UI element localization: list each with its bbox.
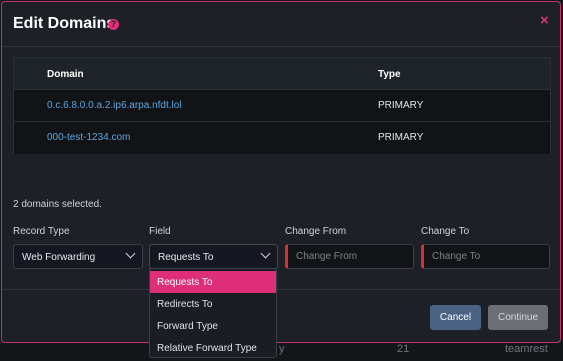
close-icon[interactable]: × [540,12,549,29]
field-select[interactable]: Requests To [149,244,278,269]
help-icon[interactable]: ? [108,19,119,30]
modal-title: Edit Domains [13,15,116,32]
field-label: Field [149,226,171,237]
change-from-input[interactable] [285,244,414,269]
domain-link[interactable]: 000-test-1234.com [47,132,130,143]
continue-button[interactable]: Continue [488,305,548,330]
dropdown-option-relative-forward-type[interactable]: Relative Forward Type [150,337,276,359]
record-type-select[interactable]: Web Forwarding [13,244,143,269]
field-dropdown-menu: Requests To Redirects To Forward Type Re… [149,268,277,358]
dropdown-option-redirects-to[interactable]: Redirects To [150,293,276,315]
domain-link[interactable]: 0.c.6.8.0.0.a.2.ip6.arpa.nfdt.lol [47,100,182,111]
option-label: Forward Type [157,321,218,332]
dropdown-option-requests-to[interactable]: Requests To [150,271,276,293]
change-to-label: Change To [421,226,470,237]
table-row: 0.c.6.8.0.0.a.2.ip6.arpa.nfdt.lol PRIMAR… [14,90,550,122]
record-type-label: Record Type [13,226,70,237]
option-label: Redirects To [157,299,213,310]
selection-count: 2 domains selected. [13,199,102,210]
background-cell: y [279,343,285,355]
chevron-down-icon [125,248,136,259]
background-cell: teamrest [505,343,548,355]
option-label: Requests To [157,277,213,288]
table-header: Domain Type [14,58,550,90]
domain-type: PRIMARY [378,100,424,111]
change-to-input[interactable] [421,244,550,269]
column-header-domain: Domain [47,69,84,80]
domains-table: Domain Type 0.c.6.8.0.0.a.2.ip6.arpa.nfd… [13,57,551,154]
cancel-button[interactable]: Cancel [430,305,481,330]
domain-type: PRIMARY [378,132,424,143]
edit-domains-modal: Edit Domains ? × Domain Type 0.c.6.8.0.0… [1,1,561,343]
option-label: Relative Forward Type [157,343,257,354]
change-from-label: Change From [285,226,347,237]
column-header-type: Type [378,69,401,80]
chevron-down-icon [260,248,271,259]
table-row: 000-test-1234.com PRIMARY [14,122,550,154]
field-value: Requests To [158,252,214,263]
modal-header: Edit Domains ? × [2,2,560,47]
dropdown-option-forward-type[interactable]: Forward Type [150,315,276,337]
background-cell: 21 [397,343,410,355]
record-type-value: Web Forwarding [22,252,96,263]
footer-divider [2,289,560,290]
